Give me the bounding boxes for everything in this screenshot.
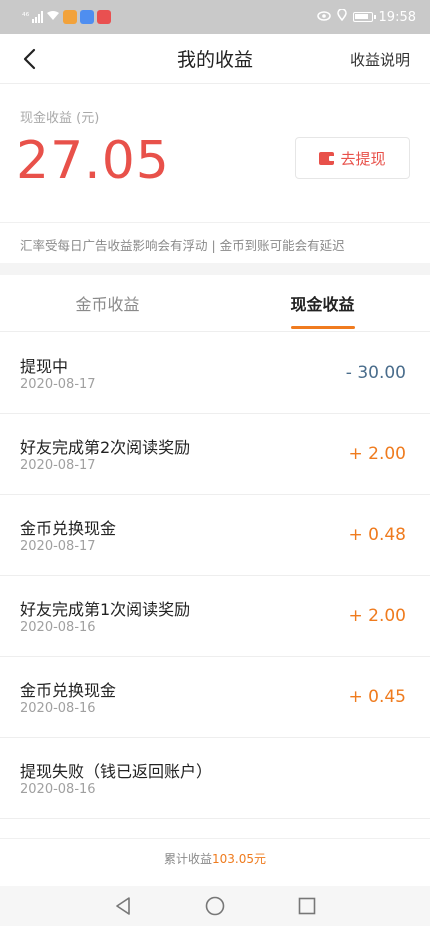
earnings-tabs: 金币收益 现金收益 [0, 275, 430, 332]
status-bar: ⁴⁶ 19:58 [0, 0, 430, 34]
record-title: 金币兑换现金 [20, 681, 117, 700]
tab-coin-earnings[interactable]: 金币收益 [0, 275, 215, 331]
record-title: 好友完成第2次阅读奖励 [20, 438, 191, 457]
system-home-button[interactable] [205, 896, 225, 916]
record-title: 提现中 [20, 357, 69, 376]
signal-icon [32, 11, 44, 23]
record-date: 2020-08-16 [20, 620, 96, 635]
cash-earnings-label: 现金收益 (元) [20, 111, 100, 126]
square-recents-icon [298, 897, 316, 915]
tab-label: 现金收益 [290, 295, 355, 314]
exchange-rate-notice: 汇率受每日广告收益影响会有浮动 | 金币到账可能会有延迟 [20, 238, 345, 253]
list-item[interactable]: 金币兑换现金 2020-08-17 + 0.48 [0, 495, 430, 576]
wifi-icon [46, 10, 60, 24]
record-date: 2020-08-17 [20, 458, 96, 473]
list-item[interactable]: 好友完成第2次阅读奖励 2020-08-17 + 2.00 [0, 414, 430, 495]
wallet-icon [319, 151, 336, 165]
record-amount: + 2.00 [348, 444, 407, 464]
system-recents-button[interactable] [297, 896, 317, 916]
earnings-info-link[interactable]: 收益说明 [350, 49, 410, 70]
triangle-back-icon [116, 897, 130, 915]
record-amount: + 0.48 [348, 525, 407, 545]
record-amount: + 0.45 [348, 687, 407, 707]
withdraw-button[interactable]: 去提现 [295, 137, 410, 179]
record-date: 2020-08-16 [20, 701, 96, 716]
record-date: 2020-08-17 [20, 377, 96, 392]
tab-label: 金币收益 [75, 295, 140, 314]
total-earnings: 累计收益 103.05元 [0, 838, 430, 878]
record-title: 金币兑换现金 [20, 519, 117, 538]
record-date: 2020-08-16 [20, 782, 96, 797]
list-item[interactable]: 提现中 2020-08-17 - 30.00 [0, 333, 430, 414]
record-date: 2020-08-17 [20, 539, 96, 554]
list-item[interactable]: 金币兑换现金 2020-08-16 + 0.45 [0, 657, 430, 738]
chevron-left-icon [23, 48, 36, 70]
location-icon [336, 8, 347, 25]
list-item[interactable]: 好友完成第1次阅读奖励 2020-08-16 + 2.00 [0, 576, 430, 657]
record-amount: - 30.00 [345, 363, 406, 383]
status-right: 19:58 [316, 8, 416, 25]
total-earnings-label: 累计收益 [163, 852, 212, 866]
system-back-button[interactable] [113, 896, 133, 916]
cash-earnings-amount: 27.05 [16, 131, 170, 191]
circle-home-icon [205, 896, 225, 916]
network-type-label: ⁴⁶ [22, 12, 30, 22]
record-amount: + 2.00 [348, 606, 407, 626]
battery-icon [352, 12, 376, 22]
app-badge-icon [63, 10, 78, 24]
list-item[interactable]: 提现失败（钱已返回账户） 2020-08-16 [0, 738, 430, 819]
section-gap [0, 263, 430, 275]
tab-cash-earnings[interactable]: 现金收益 [215, 275, 430, 331]
withdraw-label: 去提现 [340, 149, 386, 168]
status-left: ⁴⁶ [22, 10, 112, 24]
eye-icon [316, 10, 331, 25]
record-title: 好友完成第1次阅读奖励 [20, 600, 191, 619]
earnings-record-list: 提现中 2020-08-17 - 30.00 好友完成第2次阅读奖励 2020-… [0, 333, 430, 819]
back-button[interactable] [14, 44, 44, 74]
page-title: 我的收益 [176, 49, 253, 71]
system-navigation-bar [0, 886, 430, 926]
app-badge-icon [80, 10, 95, 24]
status-time: 19:58 [378, 9, 416, 25]
record-title: 提现失败（钱已返回账户） [20, 762, 213, 781]
divider [0, 222, 430, 223]
active-tab-indicator [290, 326, 355, 329]
earnings-summary: 现金收益 (元) 27.05 去提现 汇率受每日广告收益影响会有浮动 | 金币到… [0, 85, 430, 263]
app-badge-icon [97, 10, 112, 24]
nav-bar: 我的收益 收益说明 [0, 34, 430, 84]
total-earnings-value: 103.05元 [212, 852, 266, 866]
